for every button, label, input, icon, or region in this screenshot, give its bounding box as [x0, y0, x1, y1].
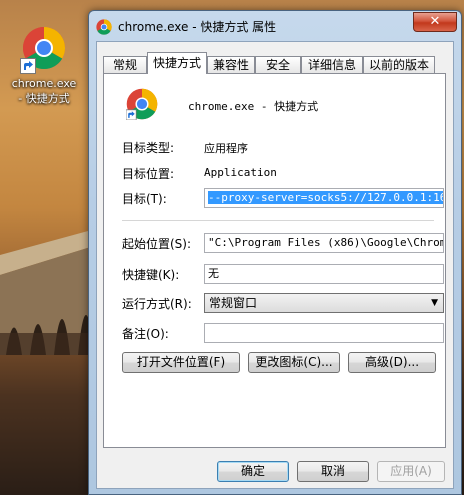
run-select-value: 常规窗口 — [209, 296, 258, 310]
desktop-chrome-shortcut[interactable]: chrome.exe - 快捷方式 — [10, 26, 78, 106]
hotkey-label: 快捷键(K): — [122, 268, 180, 282]
cancel-button[interactable]: 取消 — [297, 461, 369, 482]
dialog-body: 常规 快捷方式 兼容性 安全 详细信息 以前的版本 chrome.exe - 快… — [96, 41, 454, 489]
tab-general[interactable]: 常规 — [103, 56, 147, 73]
tab-compatibility[interactable]: 兼容性 — [207, 56, 255, 73]
target-type-value: 应用程序 — [204, 142, 248, 155]
target-location-value: Application — [204, 166, 277, 179]
shortcut-arrow-icon — [20, 58, 36, 74]
chrome-icon — [96, 19, 112, 35]
close-button[interactable]: ✕ — [413, 12, 457, 32]
apply-button[interactable]: 应用(A) — [377, 461, 445, 482]
target-label: 目标(T): — [122, 192, 167, 206]
target-type-label: 目标类型: — [122, 141, 175, 155]
start-in-label: 起始位置(S): — [122, 237, 192, 251]
dropdown-arrow-icon: ▼ — [431, 298, 438, 308]
target-input[interactable]: --proxy-server=socks5://127.0.0.1:1688 — [204, 188, 444, 208]
tab-previous-versions[interactable]: 以前的版本 — [363, 56, 435, 73]
divider — [122, 220, 434, 221]
shortcut-panel: chrome.exe - 快捷方式 目标类型: 应用程序 目标位置: Appli… — [103, 73, 446, 448]
target-input-text: --proxy-server=socks5://127.0.0.1:1688 — [208, 191, 443, 204]
shortcut-name: chrome.exe - 快捷方式 — [188, 100, 319, 113]
start-in-input[interactable]: "C:\Program Files (x86)\Google\Chrome\A — [204, 233, 444, 253]
advanced-button[interactable]: 高级(D)... — [348, 352, 436, 373]
tab-security[interactable]: 安全 — [255, 56, 301, 73]
chrome-icon — [20, 26, 66, 74]
window-title: chrome.exe - 快捷方式 属性 — [118, 20, 277, 34]
chrome-icon — [125, 88, 158, 121]
properties-window: chrome.exe - 快捷方式 属性 ✕ 常规 快捷方式 兼容性 安全 详细… — [88, 10, 462, 495]
target-location-label: 目标位置: — [122, 167, 175, 181]
open-file-location-button[interactable]: 打开文件位置(F) — [122, 352, 240, 373]
comment-label: 备注(O): — [122, 327, 169, 341]
tab-shortcut[interactable]: 快捷方式 — [147, 52, 207, 74]
run-label: 运行方式(R): — [122, 297, 192, 311]
title-bar[interactable]: chrome.exe - 快捷方式 属性 ✕ — [89, 11, 461, 41]
tab-details[interactable]: 详细信息 — [301, 56, 363, 73]
hotkey-input[interactable]: 无 — [204, 264, 444, 284]
change-icon-button[interactable]: 更改图标(C)... — [248, 352, 340, 373]
ok-button[interactable]: 确定 — [217, 461, 289, 482]
comment-input[interactable] — [204, 323, 444, 343]
desktop-icon-label: chrome.exe - 快捷方式 — [11, 77, 77, 105]
run-select[interactable]: 常规窗口 ▼ — [204, 293, 444, 313]
